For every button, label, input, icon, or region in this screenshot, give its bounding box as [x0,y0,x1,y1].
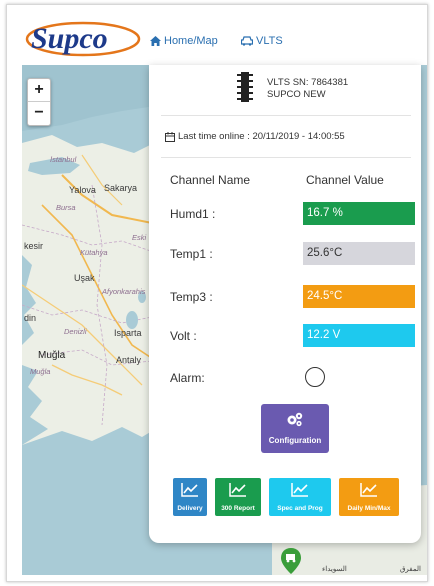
home-icon [150,36,161,46]
column-header-value: Channel Value [306,173,384,187]
svg-text:Supco: Supco [31,22,108,55]
channel-name: Temp1 : [170,247,213,261]
map-label-kutahya: Kütahya [80,248,108,257]
alarm-label: Alarm: [170,371,205,385]
map-label-eski: Eski [132,233,147,242]
map-label-antalya: Antaly [116,355,142,365]
map-label-isparta: Isparta [114,328,142,338]
map-label-sakarya: Sakarya [104,183,138,193]
alarm-indicator [305,367,325,387]
nav-home-label: Home/Map [164,35,218,47]
delivery-button[interactable]: Delivery [173,478,207,516]
channel-value-temp1: 25.6°C [303,242,415,265]
map-label-bursa: Bursa [56,203,76,212]
configuration-label: Configuration [268,436,322,445]
spec-and-prog-label: Spec and Prog [277,505,323,512]
chip-icon [237,72,253,102]
channel-value-temp3: 24.5°C [303,285,415,308]
device-info: VLTS SN: 7864381 SUPCO NEW [267,77,348,101]
channel-value-volt: 12.2 V [303,324,415,347]
daily-min-max-button[interactable]: Daily Min/Max [339,478,399,516]
map-label-afyon: Afyonkarahis [102,287,146,296]
map-zoom-control: + − [27,78,51,126]
nav-vlts[interactable]: VLTS [241,35,283,47]
device-popup: VLTS SN: 7864381 SUPCO NEW Last time onl… [149,65,421,543]
line-chart-icon [181,483,198,497]
supco-logo[interactable]: Supco [23,19,143,59]
configuration-button[interactable]: Configuration [261,404,329,453]
last-online-text: Last time online : 20/11/2019 - 14:00:55 [178,131,345,142]
line-chart-icon [360,483,377,497]
map-label-denizli: Denizli [64,327,87,336]
top-navbar: Supco Home/Map VLTS [7,5,427,61]
calendar-icon [165,131,175,142]
delivery-label: Delivery [177,505,203,512]
daily-min-max-label: Daily Min/Max [347,505,391,512]
map-label-arabic-1: السويداء [322,566,347,573]
channel-name: Volt : [170,329,197,343]
channel-value-humd1: 16.7 % [303,202,415,225]
divider [161,157,411,158]
device-name: SUPCO NEW [267,89,326,100]
spec-and-prog-button[interactable]: Spec and Prog [269,478,331,516]
app-window: Supco Home/Map VLTS İstanbul Yalova Saka… [6,4,428,582]
device-serial: VLTS SN: 7864381 [267,77,349,88]
last-online: Last time online : 20/11/2019 - 14:00:55 [165,131,345,142]
channel-name: Temp3 : [170,290,213,304]
car-icon [241,36,253,46]
gears-icon [287,412,303,427]
column-header-name: Channel Name [170,173,251,187]
map-label-mugla-small: Muğla [30,367,51,376]
300-report-label: 300 Report [221,505,255,512]
zoom-in-button[interactable]: + [28,79,50,102]
line-chart-icon [291,483,308,497]
nav-vlts-label: VLTS [256,35,283,47]
map-label-mugla: Muğla [38,350,66,361]
map-label-istanbul: İstanbul [50,155,77,164]
map-label-din: din [24,313,37,323]
map-label-kesir: kesir [24,241,44,251]
zoom-out-button[interactable]: − [28,102,50,125]
channel-name: Humd1 : [170,207,216,221]
nav-home-map[interactable]: Home/Map [150,35,218,47]
map-label-arabic-2: المفرق [400,566,421,573]
map-marker-icon[interactable] [281,548,301,574]
300-report-button[interactable]: 300 Report [215,478,261,516]
map-label-yalova: Yalova [69,185,96,195]
divider [161,115,411,116]
line-chart-icon [229,483,246,497]
map-label-usak: Uşak [74,273,95,283]
